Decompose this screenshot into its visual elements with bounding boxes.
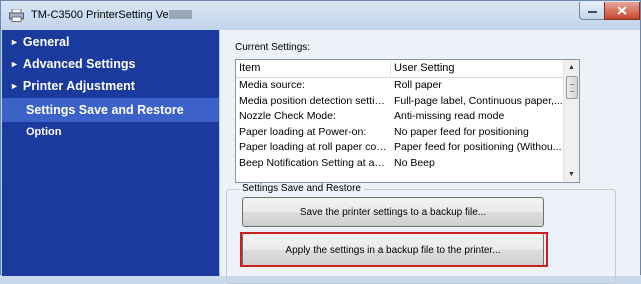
column-header-item[interactable]: Item [236, 60, 391, 77]
group-label: Settings Save and Restore [239, 183, 364, 194]
item-value: No paper feed for positioning [394, 125, 529, 138]
item-value: Roll paper [394, 79, 442, 91]
item-name: Media position detection settings: [239, 94, 389, 107]
list-item[interactable]: Paper loading at roll paper cover cl... P… [236, 140, 565, 156]
save-settings-button[interactable]: Save the printer settings to a backup fi… [242, 197, 544, 227]
item-name: Nozzle Check Mode: [239, 110, 336, 123]
app-window: TM-C3500 PrinterSetting Version ► General… [0, 0, 641, 284]
sidebar-item-settings-save-restore[interactable]: Settings Save and Restore [2, 98, 219, 122]
item-name: Paper loading at roll paper cover cl... [239, 141, 389, 154]
sidebar: ► General ► Advanced Settings ► Printer Adj… [2, 30, 219, 276]
sidebar-item-label: General [22, 35, 70, 49]
sidebar-item-label: Option [26, 126, 62, 138]
expand-arrow-icon: ► [10, 59, 19, 69]
sidebar-item-option[interactable]: Option [2, 121, 219, 143]
main-panel: Current Settings: Item User Setting Medi… [220, 30, 640, 284]
item-name: Beep Notification Setting at an Error: [239, 156, 389, 169]
vertical-scrollbar[interactable]: ▲ ▼ [563, 60, 579, 182]
item-name: Media source: [239, 79, 305, 91]
list-item[interactable]: Nozzle Check Mode: Anti-missing read mode [236, 109, 565, 125]
list-item[interactable]: Media position detection settings: Full-p… [236, 94, 565, 110]
scroll-down-icon[interactable]: ▼ [564, 167, 579, 182]
sidebar-item-label: Printer Adjustment [22, 79, 135, 93]
list-item[interactable]: Beep Notification Setting at an Error: No… [236, 156, 565, 172]
minimize-icon [587, 10, 597, 13]
current-settings-label: Current Settings: [235, 42, 311, 53]
sidebar-item-label: Advanced Settings [22, 57, 136, 71]
item-value: Full-page label, Continuous paper,... [394, 94, 563, 107]
sidebar-item-printer-adjustment[interactable]: ► Printer Adjustment [2, 75, 219, 97]
item-value: No Beep [394, 156, 435, 169]
expand-arrow-icon: ► [10, 81, 19, 91]
printer-icon [9, 9, 24, 22]
expand-arrow-icon: ► [10, 37, 19, 47]
item-name: Paper loading at Power-on: [239, 125, 367, 138]
title-bar: TM-C3500 PrinterSetting Version [1, 1, 640, 28]
scroll-thumb[interactable] [566, 76, 578, 99]
apply-settings-button[interactable]: Apply the settings in a backup file to t… [242, 233, 544, 267]
current-settings-list[interactable]: Item User Setting Media source: Roll pape… [235, 59, 580, 183]
close-button[interactable] [604, 2, 640, 20]
list-item[interactable]: Paper loading at Power-on: No paper feed … [236, 125, 565, 141]
list-header: Item User Setting [236, 60, 565, 78]
scroll-up-icon[interactable]: ▲ [564, 60, 579, 75]
version-redacted [169, 10, 192, 19]
item-value: Anti-missing read mode [394, 110, 505, 123]
column-header-user-setting[interactable]: User Setting [391, 60, 565, 77]
sidebar-item-label: Settings Save and Restore [26, 103, 184, 117]
minimize-button[interactable] [579, 2, 605, 20]
list-item[interactable]: Media source: Roll paper [236, 78, 565, 94]
close-icon [617, 6, 627, 15]
list-rows: Media source: Roll paper Media position d… [236, 78, 565, 172]
sidebar-item-advanced-settings[interactable]: ► Advanced Settings [2, 53, 219, 75]
item-value: Paper feed for positioning (Withou... [394, 141, 562, 154]
sidebar-item-general[interactable]: ► General [2, 31, 219, 53]
